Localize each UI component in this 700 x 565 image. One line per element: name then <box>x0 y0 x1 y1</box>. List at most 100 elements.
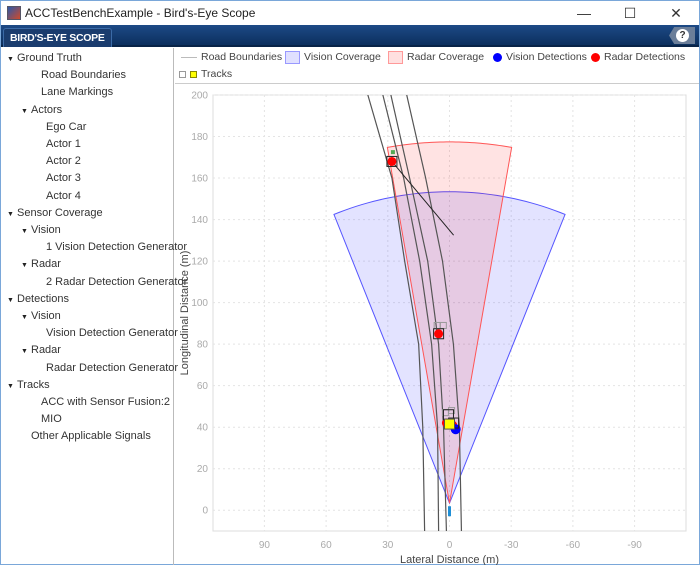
tree-item-label: Actor 2 <box>46 155 81 168</box>
actor-marker <box>390 150 395 155</box>
y-tick-label: 140 <box>191 215 208 226</box>
legend-tracks[interactable]: Tracks <box>179 67 232 81</box>
tree-item-detections[interactable]: ▼ Detections <box>7 291 69 308</box>
box-swatch <box>388 50 403 64</box>
tree-item-label: Actor 4 <box>46 189 81 202</box>
tree-item-other-applicable-signals[interactable]: Other Applicable Signals <box>31 428 151 445</box>
x-tick-label: 60 <box>321 540 333 551</box>
tab-birds-eye-scope[interactable]: BIRD'S-EYE SCOPE <box>3 28 112 47</box>
tree-item-1-vision-detection-generator[interactable]: 1 Vision Detection Generator <box>46 239 187 256</box>
dot-swatch <box>493 52 502 62</box>
legend-label: Vision Coverage <box>304 51 381 63</box>
line-swatch <box>181 56 197 58</box>
expand-arrow-icon[interactable]: ▼ <box>7 206 17 223</box>
tree-item-lane-markings[interactable]: Lane Markings <box>41 84 113 101</box>
tree-item-label: MIO <box>41 413 62 426</box>
window-title: ACCTestBenchExample - Bird's-Eye Scope <box>25 6 256 20</box>
radar-detection <box>434 329 444 339</box>
tree-item-radar[interactable]: ▼ Radar <box>21 342 61 359</box>
y-tick-label: 200 <box>191 91 208 102</box>
x-tick-label: -90 <box>627 540 642 551</box>
tree-item-label: Vision <box>31 310 61 322</box>
tree-item-ego-car[interactable]: Ego Car <box>46 119 86 136</box>
legend-label: Tracks <box>201 68 233 80</box>
tree-item-label: Vision <box>31 224 61 236</box>
x-tick-label: 30 <box>382 540 394 551</box>
expand-arrow-icon[interactable]: ▼ <box>21 309 31 326</box>
legend-road-boundaries[interactable]: Road Boundaries <box>181 50 282 64</box>
tree-item-sensor-coverage[interactable]: ▼ Sensor Coverage <box>7 205 103 222</box>
tree-item-label: Actor 1 <box>46 138 81 150</box>
legend: Road Boundaries Vision Coverage Radar Co… <box>175 48 699 84</box>
birds-eye-plot[interactable]: 90 60 30 0 -30 -60 -90 0 20 40 60 80 100 120 140 160 180… <box>175 85 699 565</box>
x-axis-label: Lateral Distance (m) <box>400 554 499 565</box>
tree-item-vision-detection-generator[interactable]: Vision Detection Generator <box>46 325 178 342</box>
legend-radar-coverage[interactable]: Radar Coverage <box>388 50 484 64</box>
tree-item-actors[interactable]: ▼ Actors <box>21 102 62 119</box>
tree-item-road-boundaries[interactable]: Road Boundaries <box>41 67 126 84</box>
tree-item-label: Road Boundaries <box>41 69 127 82</box>
tree-item-acc-with-sensor-fusion-2[interactable]: ACC with Sensor Fusion:2 <box>41 394 170 411</box>
legend-radar-detections[interactable]: Radar Detections <box>591 50 685 64</box>
tree-item-actor-4[interactable]: Actor 4 <box>46 188 81 205</box>
maximize-button[interactable]: ☐ <box>607 1 653 25</box>
track-marker <box>444 418 455 430</box>
toolstrip: BIRD'S-EYE SCOPE ? <box>1 25 699 47</box>
help-button[interactable]: ? <box>669 27 695 44</box>
tree-item-tracks[interactable]: ▼ Tracks <box>7 377 50 394</box>
y-tick-label: 100 <box>191 298 208 309</box>
tree-item-2-radar-detection-generator[interactable]: 2 Radar Detection Generator <box>46 274 187 291</box>
tree-item-radar[interactable]: ▼ Radar <box>21 256 61 273</box>
matlab-app-icon <box>7 6 21 20</box>
legend-label: Vision Detections <box>506 51 587 63</box>
square-swatch <box>179 70 186 78</box>
tree-item-label: Tracks <box>17 378 50 391</box>
y-tick-label: 20 <box>197 464 209 475</box>
tree-item-label: Radar <box>31 258 61 271</box>
tree-item-label: ACC with Sensor Fusion:2 <box>41 396 170 408</box>
x-tick-label: 90 <box>259 540 271 551</box>
y-tick-label: 180 <box>191 132 208 143</box>
minimize-button[interactable]: — <box>561 1 607 25</box>
legend-label: Road Boundaries <box>201 51 283 63</box>
y-tick-label: 120 <box>191 257 208 268</box>
radar-detection <box>387 156 397 166</box>
y-tick-label: 80 <box>197 340 209 351</box>
tree-item-vision[interactable]: ▼ Vision <box>21 222 61 239</box>
tree-item-label: 1 Vision Detection Generator <box>46 241 188 254</box>
dot-swatch <box>591 52 600 62</box>
tree-item-label: Other Applicable Signals <box>31 430 151 443</box>
close-button[interactable]: ✕ <box>653 1 699 25</box>
ego-car <box>448 506 451 517</box>
x-tick-label: -30 <box>504 540 519 551</box>
y-tick-label: 60 <box>197 381 209 392</box>
tree-item-actor-3[interactable]: Actor 3 <box>46 170 81 187</box>
expand-arrow-icon[interactable]: ▼ <box>7 51 17 68</box>
tree-item-ground-truth[interactable]: ▼ Ground Truth <box>7 50 82 67</box>
expand-arrow-icon[interactable]: ▼ <box>21 257 31 274</box>
x-tick-label: 0 <box>447 540 453 551</box>
expand-arrow-icon[interactable]: ▼ <box>7 292 17 309</box>
expand-arrow-icon[interactable]: ▼ <box>21 343 31 360</box>
tree-item-label: Ego Car <box>46 120 87 133</box>
x-tick-label: -60 <box>566 540 581 551</box>
tree-item-actor-2[interactable]: Actor 2 <box>46 153 81 170</box>
expand-arrow-icon[interactable]: ▼ <box>21 223 31 240</box>
tree-item-radar-detection-generator[interactable]: Radar Detection Generator <box>46 360 178 377</box>
tree-item-label: Lane Markings <box>41 86 114 99</box>
tree-item-label: Vision Detection Generator <box>46 327 178 340</box>
expand-arrow-icon[interactable]: ▼ <box>7 378 17 395</box>
tree-item-label: Actors <box>31 103 63 116</box>
tree-item-label: Actor 3 <box>46 172 81 185</box>
legend-label: Radar Detections <box>604 51 686 63</box>
tree-item-mio[interactable]: MIO <box>41 411 62 428</box>
y-axis-label: Longitudinal Distance (m) <box>179 251 191 376</box>
tree-item-actor-1[interactable]: Actor 1 <box>46 136 81 153</box>
signal-tree: ▼ Ground Truth Road Boundaries Lane Marking… <box>1 48 187 565</box>
legend-vision-coverage[interactable]: Vision Coverage <box>285 50 381 64</box>
legend-label: Radar Coverage <box>407 51 485 63</box>
legend-vision-detections[interactable]: Vision Detections <box>493 50 587 64</box>
expand-arrow-icon[interactable]: ▼ <box>21 103 31 120</box>
tree-item-label: 2 Radar Detection Generator <box>46 275 188 288</box>
tree-item-vision[interactable]: ▼ Vision <box>21 308 61 325</box>
